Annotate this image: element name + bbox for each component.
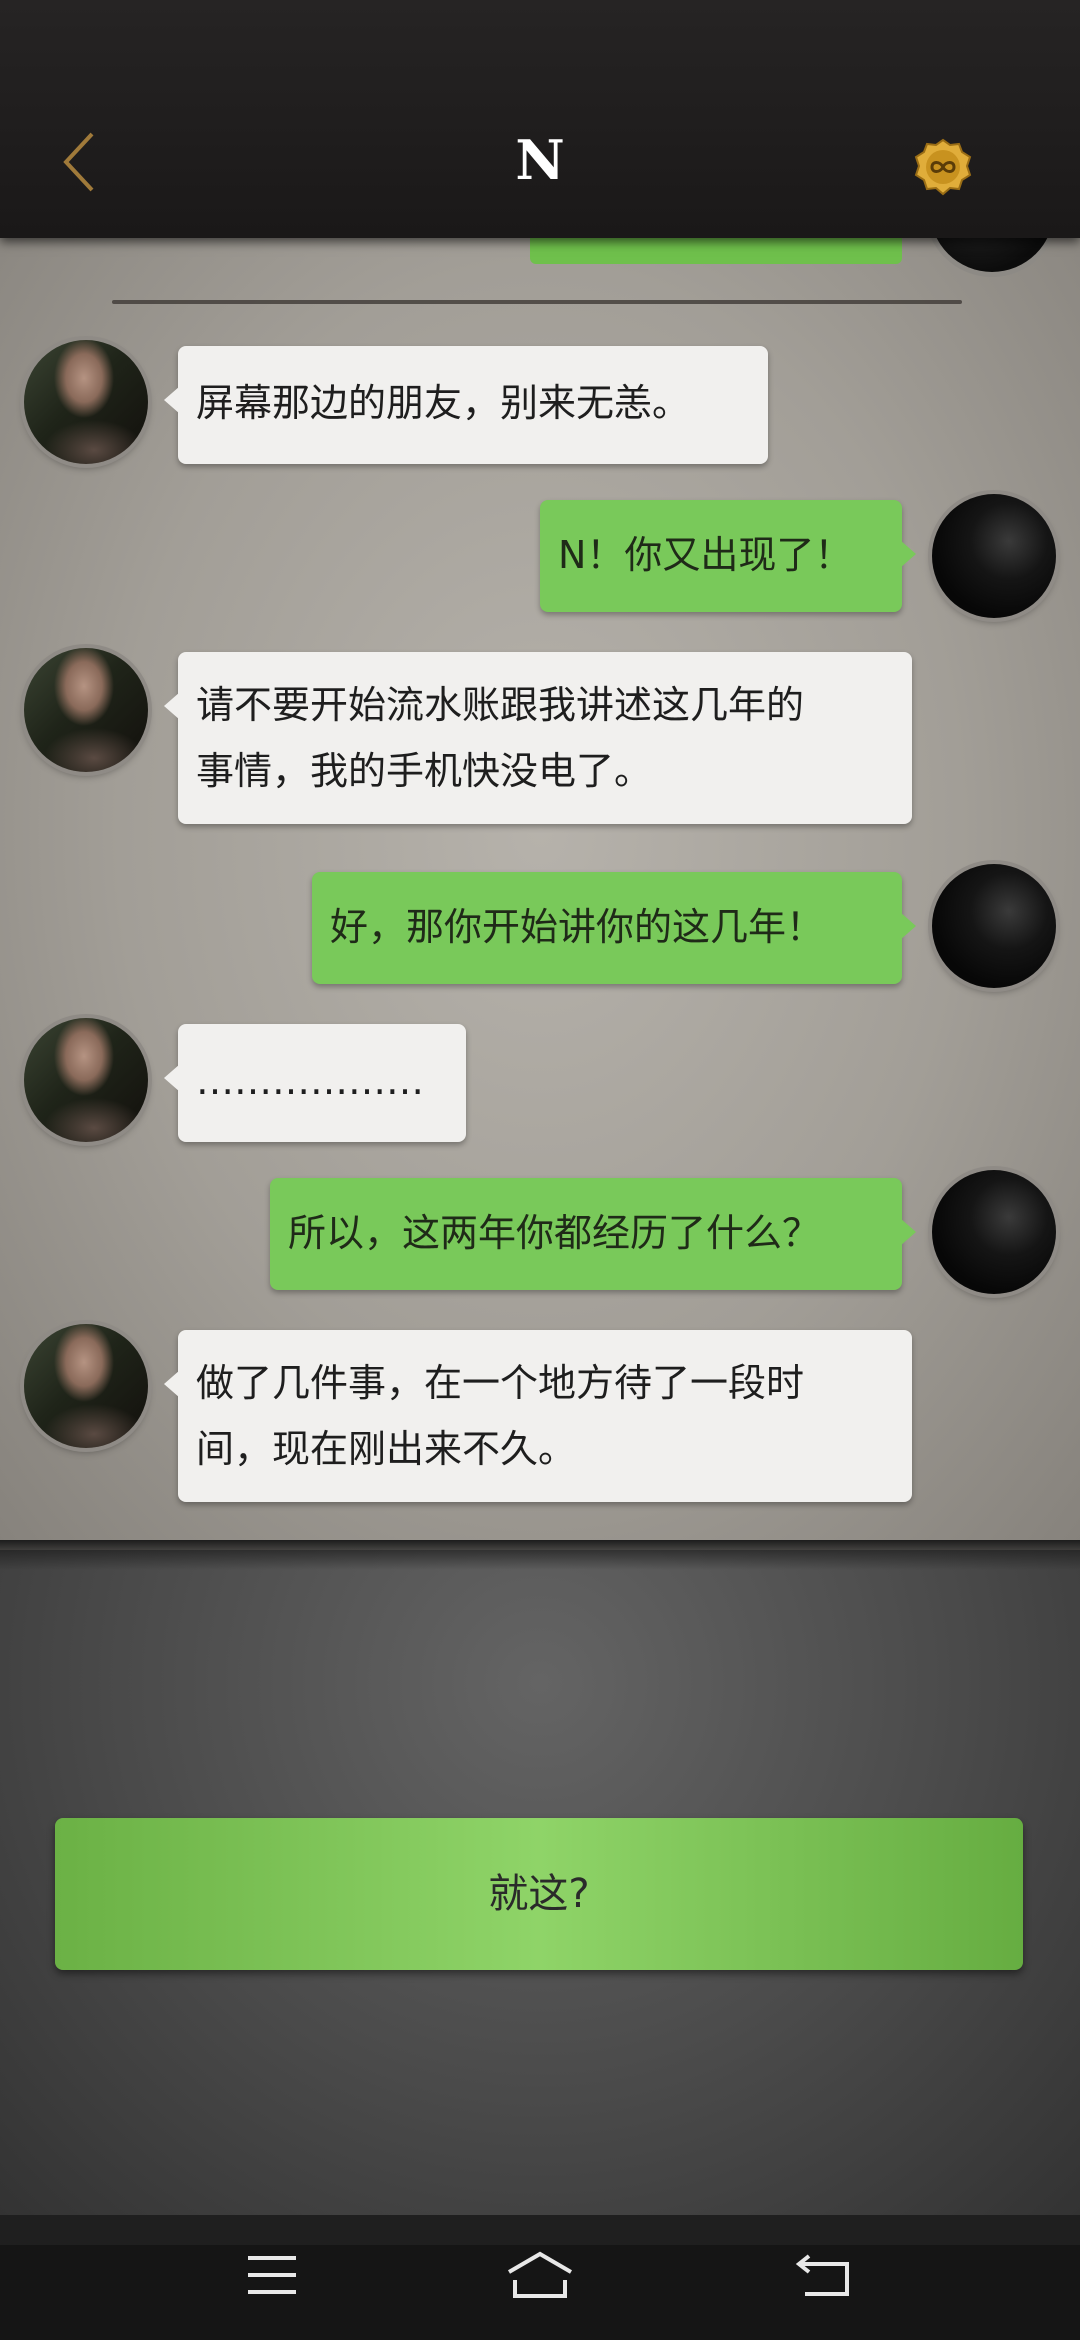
message-line: 间，现在刚出来不久。 (196, 1427, 577, 1471)
message-line: 请不要开始流水账跟我讲述这几年的 (196, 683, 805, 727)
chat-area[interactable]: 屏幕那边的朋友，别来无恙。 N！你又出现了！ 请不要开始流水账跟我讲述这几年的 … (0, 238, 1080, 1550)
top-bar: N (0, 0, 1080, 238)
nav-bar-top-strip (0, 2215, 1080, 2245)
avatar-me[interactable] (932, 1170, 1056, 1294)
message-text: 所以，这两年你都经历了什么？ (288, 1211, 821, 1255)
message-text: ……………… (196, 1059, 424, 1103)
message-bubble-left: 做了几件事，在一个地方待了一段时 间，现在刚出来不久。 (164, 1330, 912, 1502)
message-text: 屏幕那边的朋友，别来无恙。 (196, 381, 691, 425)
message-bubble-left: 请不要开始流水账跟我讲述这几年的 事情，我的手机快没电了。 (164, 652, 912, 824)
message-text: N！你又出现了！ (558, 533, 853, 577)
infinity-coin-icon[interactable] (914, 138, 972, 196)
message-text: 好，那你开始讲你的这几年！ (330, 905, 825, 949)
message-line: 做了几件事，在一个地方待了一段时 (196, 1361, 805, 1405)
message-bubble-left: ……………… (164, 1024, 466, 1142)
avatar (930, 238, 1054, 272)
message-line: 事情，我的手机快没电了。 (196, 749, 653, 793)
avatar-n[interactable] (24, 340, 148, 464)
avatar-me[interactable] (932, 864, 1056, 988)
avatar-me[interactable] (932, 494, 1056, 618)
avatar-n[interactable] (24, 1324, 148, 1448)
home-icon[interactable] (505, 2250, 575, 2300)
previous-message-bubble (530, 238, 902, 264)
menu-icon[interactable] (242, 2250, 302, 2300)
chat-bottom-edge (0, 1540, 1080, 1570)
avatar-n[interactable] (24, 648, 148, 772)
back-icon[interactable] (795, 2250, 855, 2300)
message-bubble-right: 所以，这两年你都经历了什么？ (270, 1178, 916, 1290)
reply-choice-button[interactable]: 就这? (55, 1818, 1023, 1970)
avatar-n[interactable] (24, 1018, 148, 1142)
section-divider (112, 300, 962, 304)
message-bubble-right: 好，那你开始讲你的这几年！ (312, 872, 916, 984)
message-bubble-right: N！你又出现了！ (540, 500, 916, 612)
message-bubble-left: 屏幕那边的朋友，别来无恙。 (164, 346, 768, 464)
